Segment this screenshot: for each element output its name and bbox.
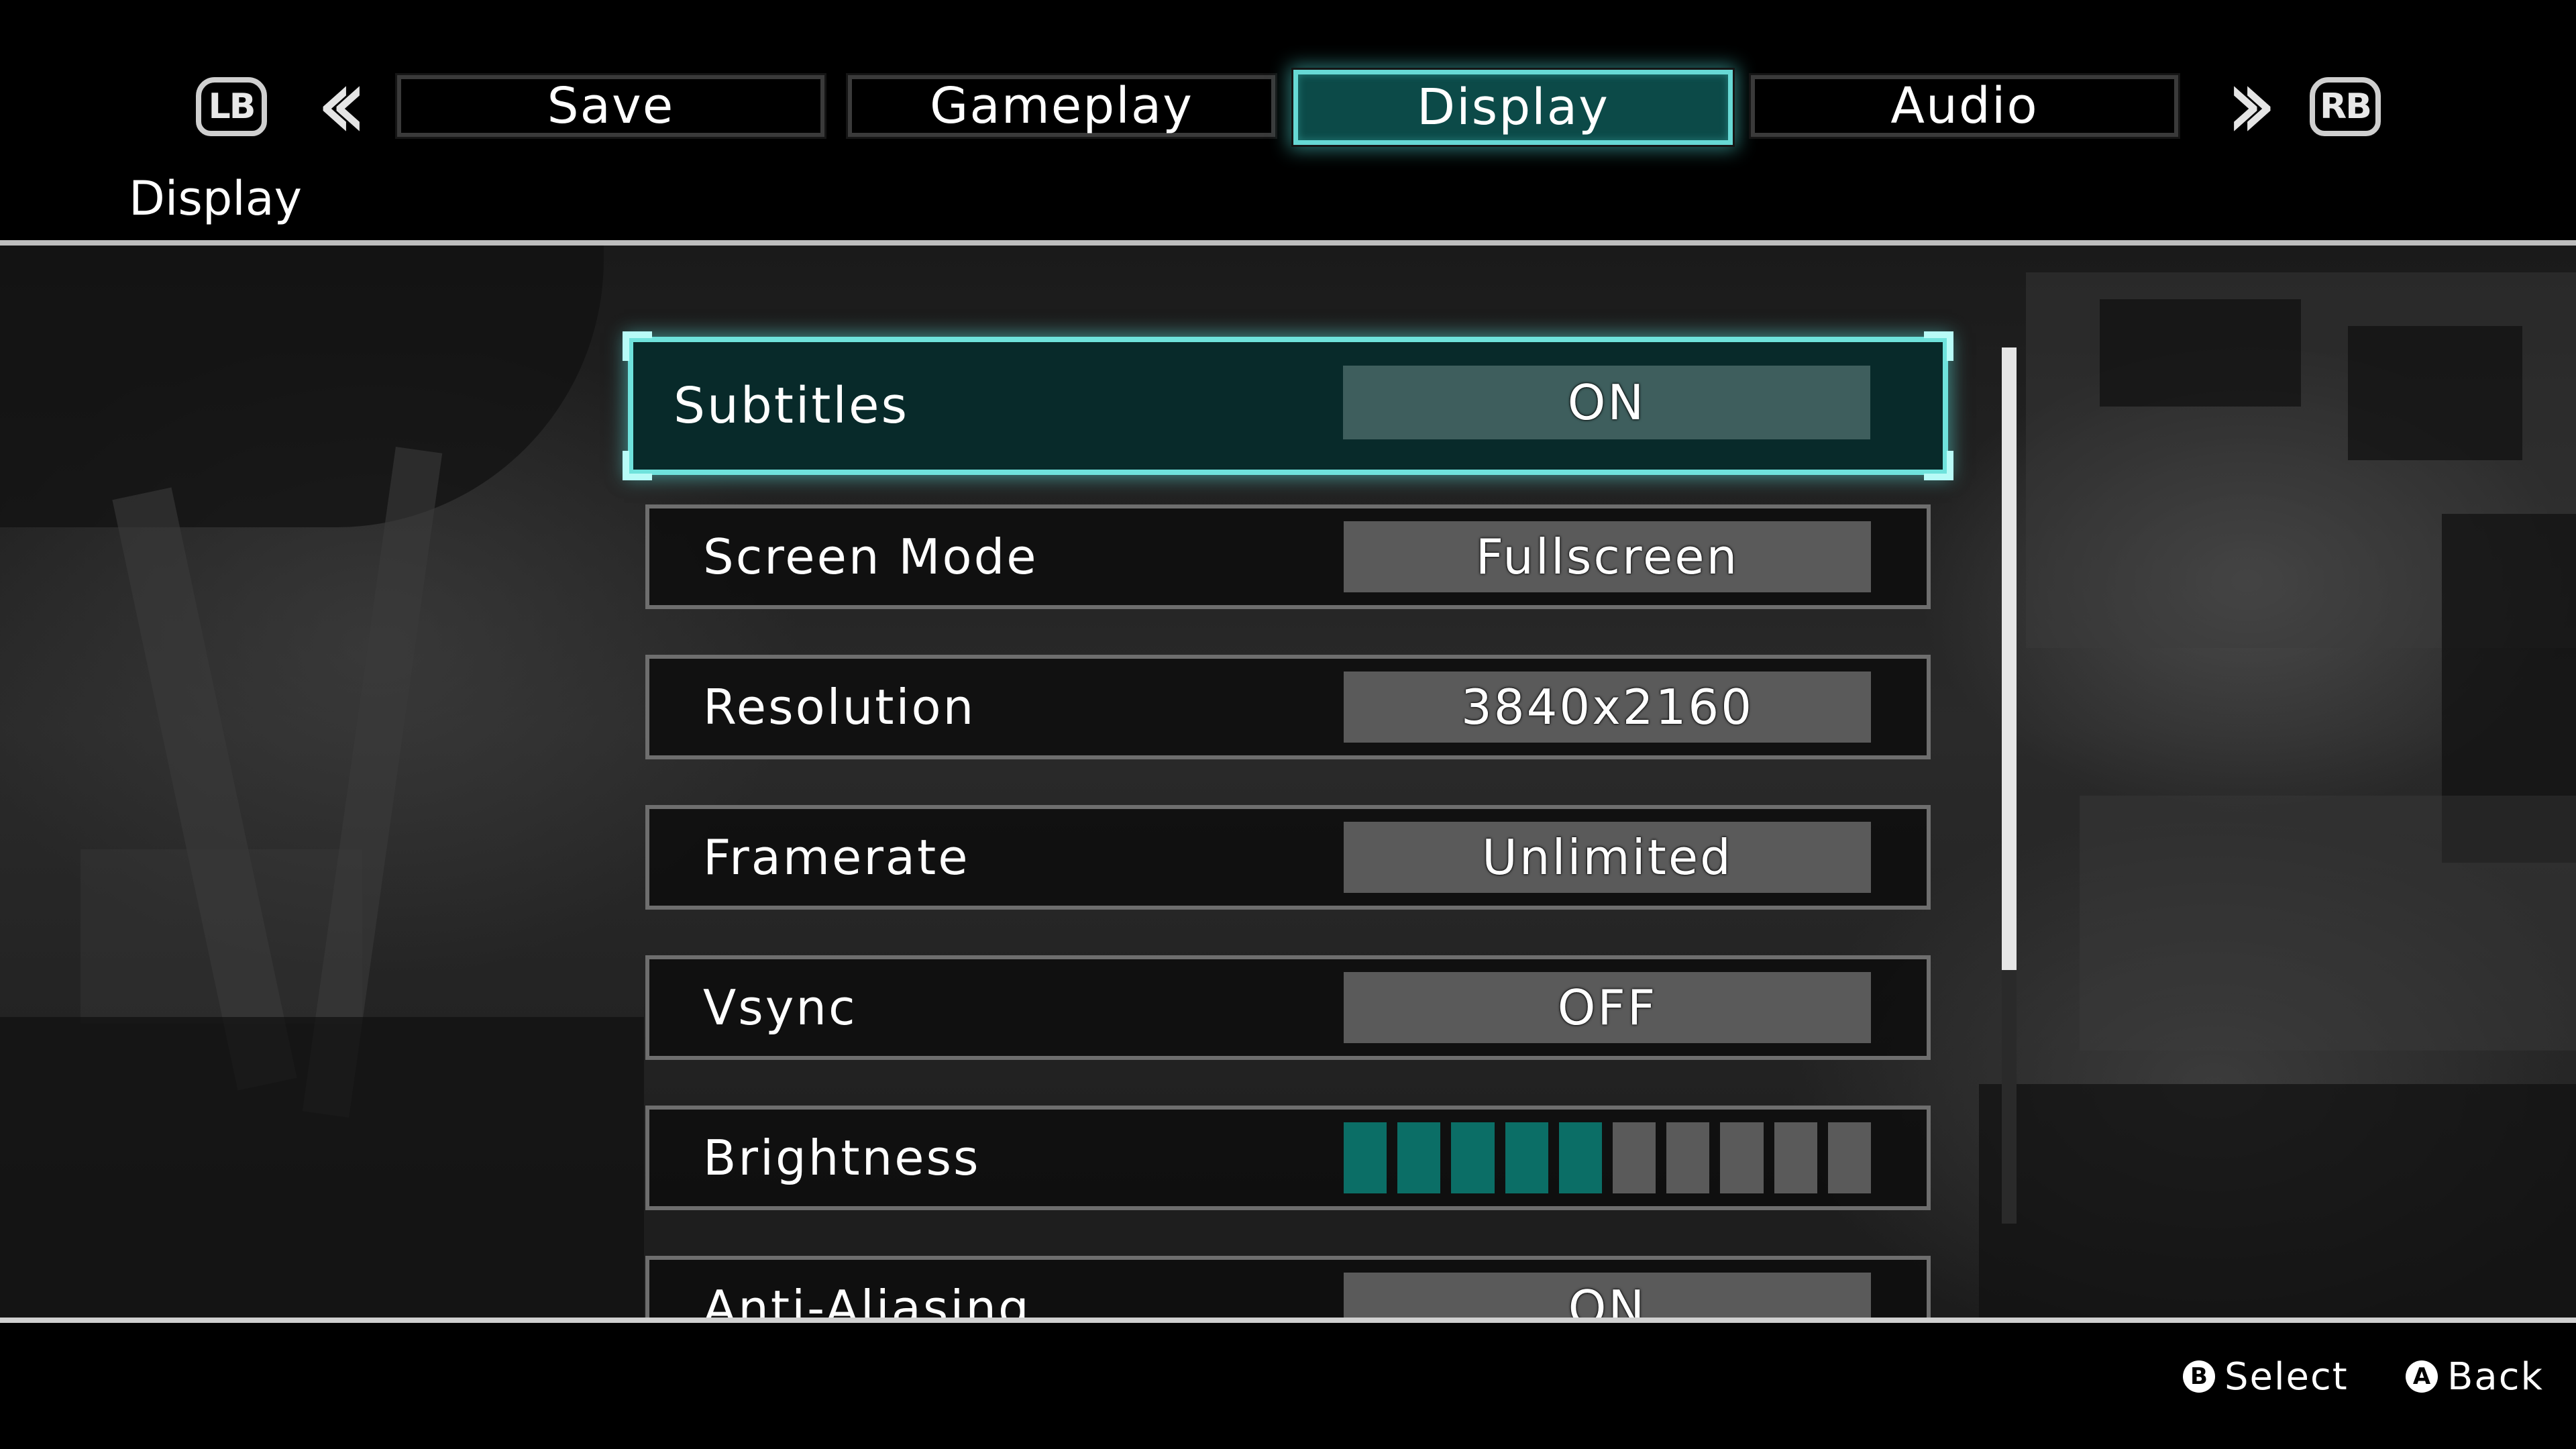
- setting-label: Anti-Aliasing: [703, 1280, 1031, 1319]
- selection-corner: [1924, 451, 1953, 480]
- vsync-toggle[interactable]: OFF: [1344, 972, 1871, 1043]
- lb-bumper-icon[interactable]: LB: [196, 77, 267, 136]
- b-button-icon: B: [2183, 1360, 2215, 1393]
- brightness-segment-filled[interactable]: [1344, 1122, 1387, 1193]
- setting-label: Screen Mode: [703, 529, 1038, 585]
- footer-divider: [0, 1318, 2576, 1323]
- brightness-segment-filled[interactable]: [1505, 1122, 1548, 1193]
- settings-list: Subtitles ON Screen Mode Fullscreen Reso…: [0, 246, 2576, 1319]
- scrollbar-track[interactable]: [2002, 347, 2017, 1224]
- setting-label: Vsync: [703, 979, 857, 1036]
- select-label: Select: [2224, 1354, 2349, 1399]
- setting-row-brightness[interactable]: Brightness: [645, 1106, 1931, 1210]
- setting-row-anti-aliasing[interactable]: Anti-Aliasing ON: [645, 1256, 1931, 1319]
- selection-corner: [1924, 331, 1953, 361]
- tab-audio[interactable]: Audio: [1749, 73, 2180, 139]
- brightness-segment-empty[interactable]: [1613, 1122, 1656, 1193]
- setting-row-screen-mode[interactable]: Screen Mode Fullscreen: [645, 504, 1931, 609]
- selection-corner: [623, 331, 652, 361]
- brightness-segment-empty[interactable]: [1720, 1122, 1764, 1193]
- top-navigation-bar: LB ‹‹ Save Gameplay Display Audio ›› RB …: [0, 0, 2576, 243]
- brightness-segment-filled[interactable]: [1451, 1122, 1495, 1193]
- brightness-segment-filled[interactable]: [1397, 1122, 1441, 1193]
- setting-label: Resolution: [703, 679, 976, 735]
- button-prompt-bar: B Select A Back: [0, 1323, 2576, 1449]
- tab-gameplay[interactable]: Gameplay: [846, 73, 1277, 139]
- double-chevron-left-icon[interactable]: ‹‹: [295, 54, 369, 154]
- setting-label: Subtitles: [674, 377, 910, 435]
- page-title: Display: [129, 171, 303, 226]
- subtitles-toggle[interactable]: ON: [1343, 366, 1870, 439]
- select-prompt[interactable]: B Select: [2183, 1350, 2349, 1403]
- back-prompt[interactable]: A Back: [2406, 1350, 2544, 1403]
- scrollbar-thumb[interactable]: [2002, 347, 2017, 970]
- screen-mode-select[interactable]: Fullscreen: [1344, 521, 1871, 592]
- double-chevron-right-icon[interactable]: ››: [2204, 54, 2278, 154]
- back-label: Back: [2447, 1354, 2544, 1399]
- brightness-segment-empty[interactable]: [1774, 1122, 1817, 1193]
- tab-display[interactable]: Display: [1291, 68, 1735, 147]
- rb-bumper-icon[interactable]: RB: [2310, 77, 2381, 136]
- setting-row-resolution[interactable]: Resolution 3840x2160: [645, 655, 1931, 759]
- header-divider: [0, 240, 2576, 246]
- resolution-select[interactable]: 3840x2160: [1344, 672, 1871, 743]
- setting-row-framerate[interactable]: Framerate Unlimited: [645, 805, 1931, 910]
- brightness-slider[interactable]: [1344, 1122, 1872, 1193]
- brightness-segment-filled[interactable]: [1558, 1122, 1603, 1193]
- setting-label: Brightness: [703, 1130, 981, 1186]
- brightness-segment-empty[interactable]: [1827, 1122, 1872, 1193]
- setting-row-vsync[interactable]: Vsync OFF: [645, 955, 1931, 1060]
- a-button-icon: A: [2406, 1360, 2438, 1393]
- setting-row-subtitles[interactable]: Subtitles ON: [623, 331, 1953, 480]
- setting-label: Framerate: [703, 829, 970, 885]
- framerate-select[interactable]: Unlimited: [1344, 822, 1871, 893]
- selection-corner: [623, 451, 652, 480]
- brightness-segment-empty[interactable]: [1666, 1122, 1710, 1193]
- anti-aliasing-toggle[interactable]: ON: [1344, 1273, 1871, 1319]
- tab-save[interactable]: Save: [395, 73, 826, 139]
